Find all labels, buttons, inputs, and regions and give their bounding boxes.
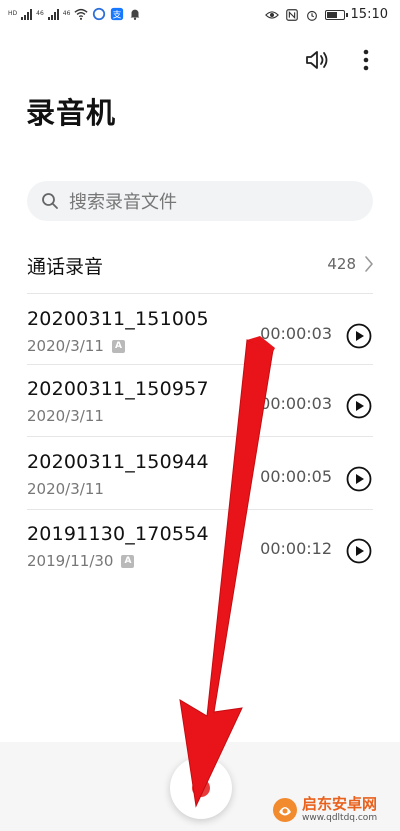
battery-icon — [324, 9, 348, 20]
auto-badge: A — [111, 339, 125, 353]
divider — [27, 509, 373, 510]
notification-bell-icon — [131, 9, 140, 20]
signal-icon-2 — [47, 8, 59, 20]
network-label-2: 46 — [62, 10, 71, 17]
search-bar[interactable]: 搜索录音文件 — [27, 181, 373, 221]
divider — [27, 436, 373, 437]
alarm-icon — [306, 10, 317, 21]
wifi-icon — [74, 8, 89, 20]
watermark-logo-icon — [273, 798, 297, 822]
play-icon[interactable] — [346, 393, 372, 419]
recording-date-wrap: 2020/3/11 A — [27, 337, 125, 355]
recording-date: 2020/3/11 — [27, 407, 104, 425]
call-recordings-count: 428 — [327, 255, 356, 273]
recording-row[interactable]: 20191130_170554 2019/11/30 A 00:00:12 — [0, 515, 400, 587]
recording-date-wrap: 2019/11/30 A — [27, 552, 135, 570]
signal-icon — [21, 8, 33, 20]
search-icon — [42, 193, 58, 209]
recording-name: 20200311_150957 — [27, 378, 209, 400]
auto-badge: A — [121, 554, 135, 568]
speaker-icon — [306, 51, 328, 69]
search-placeholder: 搜索录音文件 — [69, 192, 177, 213]
hd-label: HD — [8, 10, 18, 17]
nfc-icon — [285, 8, 298, 21]
app-notification-icon — [93, 7, 106, 21]
recording-name: 20191130_170554 — [27, 523, 209, 545]
svg-text:支: 支 — [113, 9, 122, 21]
chevron-right-icon — [365, 256, 373, 272]
status-time: 15:10 — [350, 7, 388, 22]
call-recordings-label: 通话录音 — [27, 256, 104, 278]
divider — [27, 293, 373, 294]
watermark-title: 启东安卓网 — [302, 795, 378, 813]
recording-duration: 00:00:03 — [260, 394, 332, 413]
record-button[interactable] — [170, 757, 232, 819]
recording-date: 2020/3/11 — [27, 480, 104, 498]
recording-date: 2020/3/11 — [27, 337, 104, 355]
more-options-button[interactable] — [350, 44, 382, 76]
status-right: 15:10 — [264, 7, 388, 22]
call-recordings-entry[interactable]: 通话录音 428 — [0, 240, 400, 290]
recording-row[interactable]: 20200311_150944 2020/3/11 00:00:05 — [0, 443, 400, 515]
watermark: 启东安卓网 www.qdltdq.com — [272, 793, 394, 827]
recording-row[interactable]: 20200311_150957 2020/3/11 00:00:03 — [0, 370, 400, 442]
recording-name: 20200311_151005 — [27, 308, 209, 330]
play-icon[interactable] — [346, 323, 372, 349]
play-icon[interactable] — [346, 466, 372, 492]
more-vertical-icon — [363, 49, 369, 71]
battery-level — [326, 11, 338, 18]
recording-duration: 00:00:12 — [260, 539, 332, 558]
watermark-text: 启东安卓网 www.qdltdq.com — [302, 797, 377, 823]
recording-date-wrap: 2020/3/11 — [27, 407, 104, 425]
recording-date-wrap: 2020/3/11 — [27, 480, 104, 498]
recording-duration: 00:00:05 — [260, 467, 332, 486]
recording-row[interactable]: 20200311_151005 2020/3/11 A 00:00:03 — [0, 300, 400, 372]
play-icon[interactable] — [346, 538, 372, 564]
recording-duration: 00:00:03 — [260, 324, 332, 343]
divider — [27, 364, 373, 365]
network-label: 46 — [36, 10, 44, 17]
watermark-url: www.qdltdq.com — [302, 813, 378, 823]
eye-icon — [264, 10, 279, 19]
recording-date: 2019/11/30 — [27, 552, 114, 570]
recording-name: 20200311_150944 — [27, 451, 209, 473]
alipay-icon: 支 — [111, 7, 124, 21]
record-dot-icon — [192, 779, 210, 797]
page-title: 录音机 — [26, 96, 117, 130]
status-bar: HD 46 46 支 15:10 — [0, 0, 400, 30]
speaker-button[interactable] — [302, 44, 334, 76]
status-left: HD 46 46 支 — [8, 7, 142, 21]
